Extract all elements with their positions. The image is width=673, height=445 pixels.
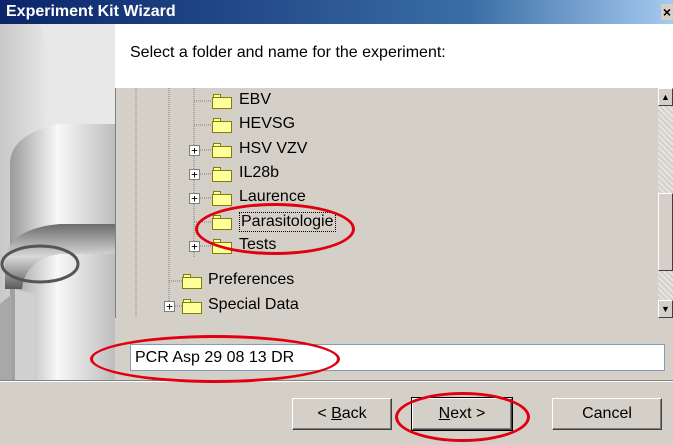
next-mnemonic: N <box>438 405 451 422</box>
folder-icon <box>212 94 232 109</box>
instruction-text: Select a folder and name for the experim… <box>130 44 446 61</box>
folder-icon <box>212 191 232 206</box>
folder-icon <box>212 143 232 158</box>
tree-item-label: Laurence <box>239 188 306 205</box>
button-divider <box>0 380 673 382</box>
tree-item-label: EBV <box>239 91 272 108</box>
tree-item-parasitologie[interactable]: Parasitologie <box>116 210 658 234</box>
expand-plus-icon[interactable]: + <box>189 241 200 252</box>
cancel-button[interactable]: Cancel <box>552 398 662 430</box>
wizard-header: Select a folder and name for the experim… <box>115 24 673 88</box>
next-rest: ext > <box>450 405 486 422</box>
back-rest: ack <box>341 405 367 422</box>
scroll-up-arrow-icon[interactable]: ▲ <box>658 88 673 106</box>
tree-item-hevsg[interactable]: HEVSG <box>116 113 658 137</box>
tree-item-preferences[interactable]: Preferences <box>116 269 658 293</box>
tree-item-label: Tests <box>239 236 277 253</box>
expand-plus-icon[interactable]: + <box>189 169 200 180</box>
tree-item-label: HEVSG <box>239 115 296 132</box>
folder-icon <box>212 167 232 182</box>
folder-icon <box>212 239 232 254</box>
tree-item-laurence[interactable]: + Laurence <box>116 186 658 210</box>
tree-item-hsv-vzv[interactable]: + HSV VZV <box>116 138 658 162</box>
tree-item-ebv[interactable]: EBV <box>116 89 658 113</box>
back-prefix: < <box>317 405 332 422</box>
back-button[interactable]: < Back <box>292 398 392 430</box>
expand-plus-icon[interactable]: + <box>164 301 175 312</box>
folder-icon <box>212 215 232 230</box>
tree-item-il28b[interactable]: + IL28b <box>116 162 658 186</box>
folder-icon <box>182 299 202 314</box>
experiment-name-area <box>115 318 673 380</box>
window-title: Experiment Kit Wizard <box>6 3 176 20</box>
tree-item-tests[interactable]: + Tests <box>116 234 658 258</box>
folder-icon <box>182 274 202 289</box>
tree-item-label: Special Data <box>208 296 299 313</box>
tree-item-label: Preferences <box>208 271 295 288</box>
scroll-down-arrow-icon[interactable]: ▼ <box>658 300 673 318</box>
scrollbar-thumb[interactable] <box>658 193 673 271</box>
tree-item-label-selected: Parasitologie <box>239 212 336 232</box>
wizard-side-illustration <box>0 24 115 380</box>
folder-icon <box>212 118 232 133</box>
tree-vertical-scrollbar[interactable]: ▲ ▼ <box>658 88 673 318</box>
expand-plus-icon[interactable]: + <box>189 193 200 204</box>
back-mnemonic: B <box>331 405 342 422</box>
tree-item-label: IL28b <box>239 164 280 181</box>
close-button[interactable]: × <box>661 4 673 20</box>
folder-tree[interactable]: EBV HEVSG + HSV VZV + IL28b + Laurence P… <box>115 88 658 318</box>
next-button[interactable]: Next > <box>411 397 513 431</box>
experiment-name-input[interactable] <box>130 344 665 371</box>
title-bar: Experiment Kit Wizard × <box>0 0 673 24</box>
tree-item-label: HSV VZV <box>239 140 308 157</box>
tree-item-special-data[interactable]: + Special Data <box>116 294 658 318</box>
expand-plus-icon[interactable]: + <box>189 145 200 156</box>
